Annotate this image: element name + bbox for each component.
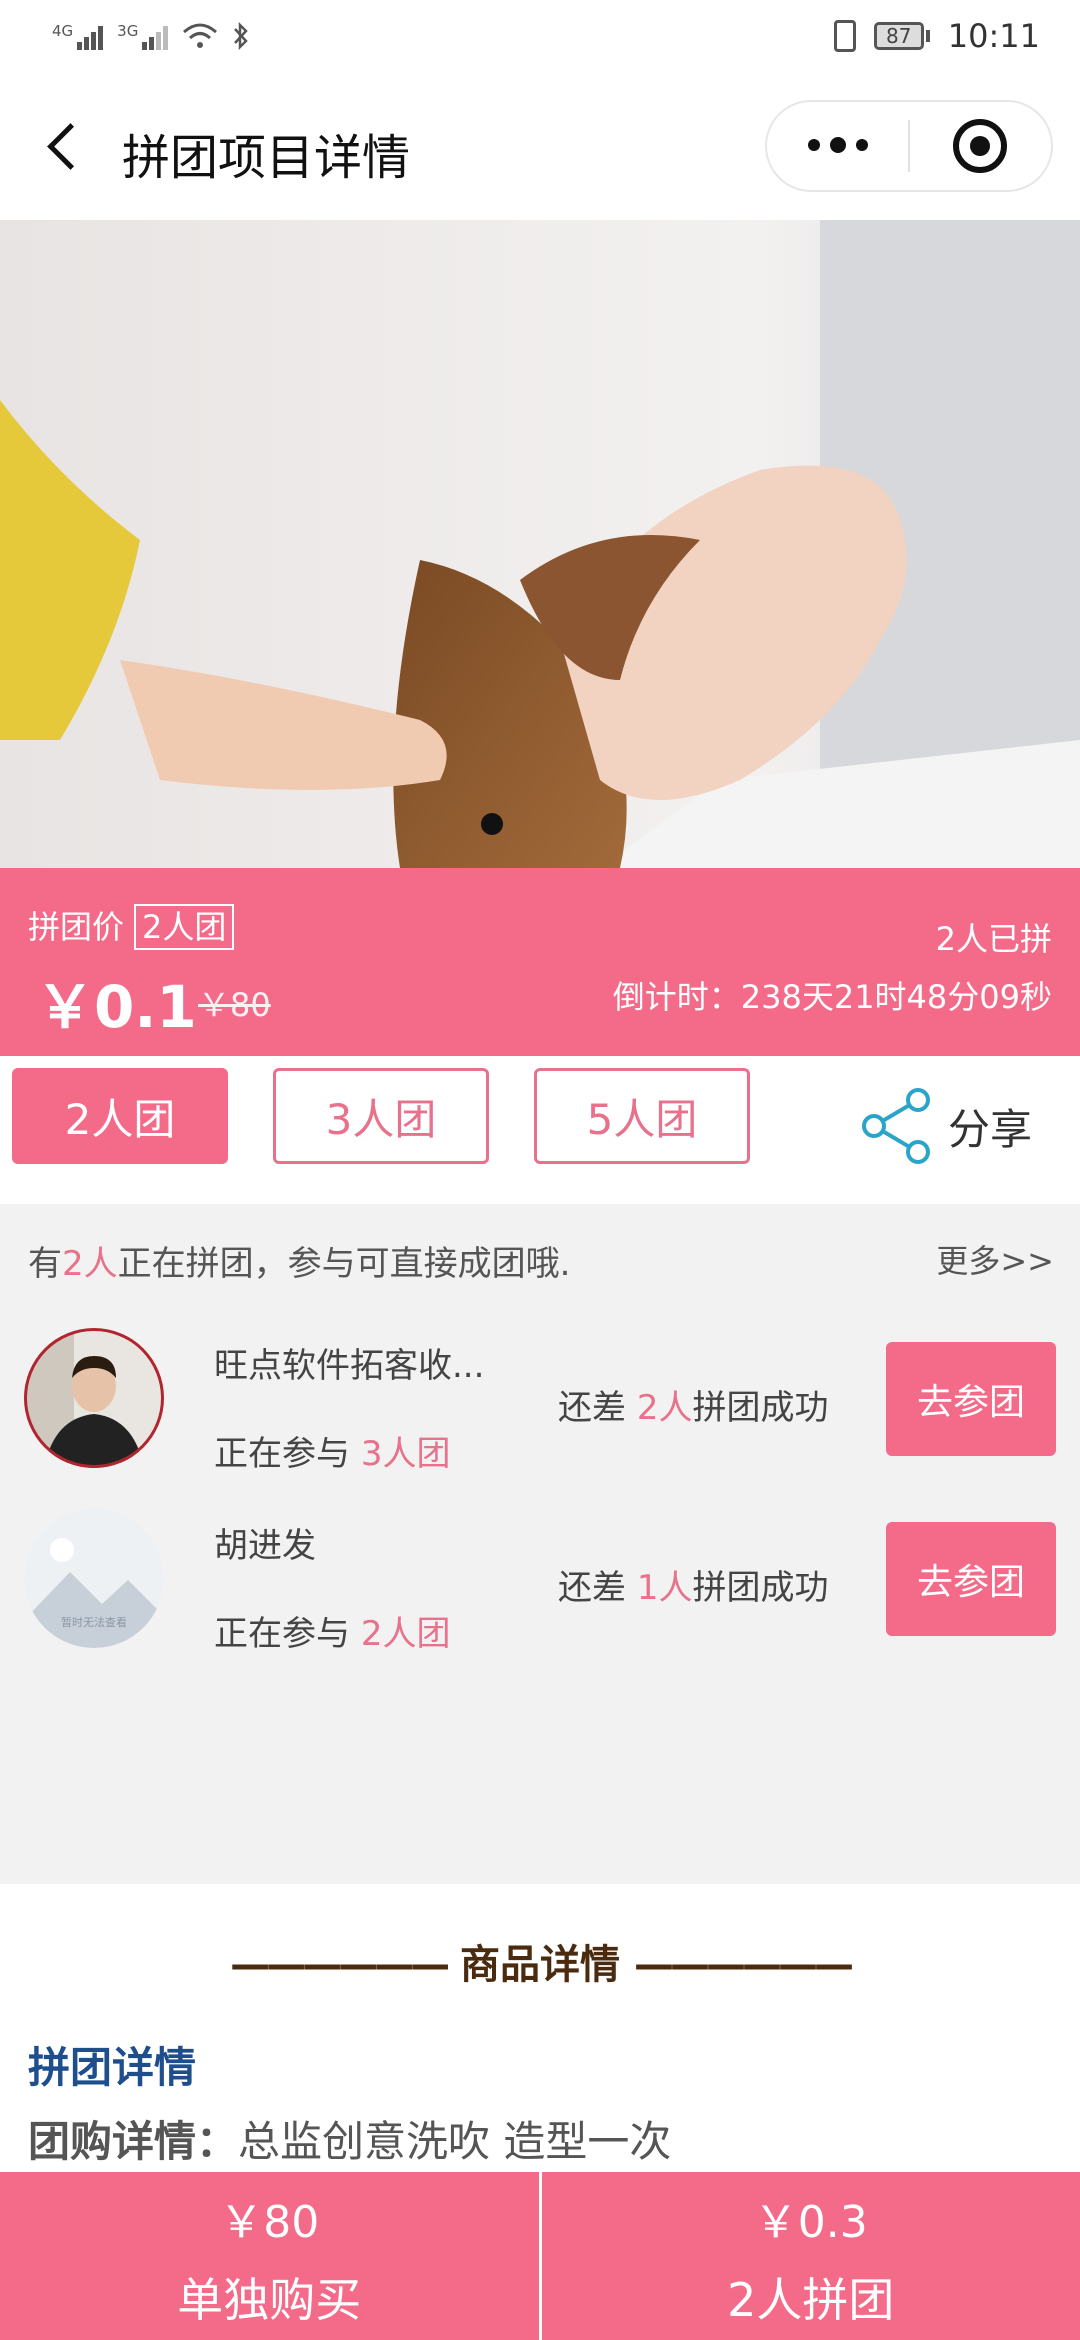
remaining-suffix: 拼团成功 bbox=[692, 1568, 829, 1608]
group-participation: 正在参与 2人团 bbox=[214, 1606, 450, 1655]
groups-summary-suffix: 正在拼团，参与可直接成团哦. bbox=[117, 1244, 571, 1284]
participation-group: 3人团 bbox=[360, 1434, 451, 1474]
share-button[interactable]: 分享 bbox=[858, 1086, 1032, 1166]
more-groups-link[interactable]: 更多>> bbox=[936, 1236, 1054, 1282]
ongoing-groups: 有2人正在拼团，参与可直接成团哦. 更多>> 旺点软件拓客收... 正在参与 3… bbox=[0, 1204, 1080, 1884]
group-participation: 正在参与 3人团 bbox=[214, 1426, 450, 1475]
solo-price: ￥80 bbox=[219, 2197, 320, 2248]
group-buy-label: 2人拼团 bbox=[727, 2273, 895, 2327]
join-group-button[interactable]: 去参团 bbox=[886, 1342, 1056, 1456]
groups-summary-prefix: 有 bbox=[28, 1244, 62, 1284]
clock: 10:11 bbox=[947, 17, 1040, 55]
user-photo-icon bbox=[24, 1328, 164, 1468]
status-left: 4G 3G bbox=[52, 21, 250, 51]
group-size-tag: 2人团 bbox=[134, 904, 235, 950]
group-price: ￥0.1 bbox=[36, 973, 197, 1041]
avatar bbox=[24, 1328, 164, 1468]
group-price-label: 拼团价 2人团 bbox=[28, 902, 235, 950]
share-label: 分享 bbox=[948, 1104, 1033, 1154]
groups-summary-count: 2人 bbox=[62, 1244, 118, 1284]
remaining-suffix: 拼团成功 bbox=[692, 1388, 829, 1428]
network-type-1: 4G bbox=[52, 22, 74, 40]
nav-bar: 拼团项目详情 bbox=[0, 72, 1080, 220]
vibrate-icon bbox=[833, 20, 856, 52]
group-buy-button[interactable]: ￥0.3 2人拼团 bbox=[538, 2172, 1080, 2340]
remaining-prefix: 还差 bbox=[558, 1568, 637, 1608]
avatar-placeholder-text: 暂时无法查看 bbox=[61, 1615, 127, 1629]
group-row: 暂时无法查看 胡进发 正在参与 2人团 还差 1人拼团成功 去参团 bbox=[0, 1508, 1080, 1688]
remaining-prefix: 还差 bbox=[558, 1388, 637, 1428]
heading-dash-left: —————— bbox=[230, 1942, 450, 1988]
countdown-timer: 倒计时：238天21时48分09秒 bbox=[612, 978, 1052, 1016]
group-price-text: 拼团价 bbox=[28, 908, 125, 946]
joined-count: 2人已拼 bbox=[935, 920, 1052, 958]
heading-text: 商品详情 bbox=[460, 1942, 620, 1988]
group-remaining: 还差 1人拼团成功 bbox=[558, 1560, 828, 1609]
status-right: 87 10:11 bbox=[833, 17, 1040, 55]
product-detail-heading: —————— 商品详情 —————— bbox=[0, 1932, 1080, 1990]
participation-group: 2人团 bbox=[360, 1614, 451, 1654]
tab-5-person-group[interactable]: 5人团 bbox=[534, 1068, 750, 1164]
network-type-2: 3G bbox=[117, 22, 139, 40]
close-target-button[interactable] bbox=[910, 119, 1051, 173]
battery-level: 87 bbox=[873, 22, 924, 50]
detail-line-value: 总监创意洗吹 造型一次 bbox=[238, 2117, 672, 2166]
wifi-icon bbox=[183, 23, 218, 48]
signal-icon-2: 3G bbox=[117, 22, 169, 50]
remaining-count: 1人 bbox=[636, 1568, 693, 1608]
participation-prefix: 正在参与 bbox=[214, 1614, 361, 1654]
mini-program-capsule bbox=[765, 100, 1053, 192]
placeholder-image-icon: 暂时无法查看 bbox=[24, 1508, 164, 1648]
target-icon bbox=[953, 119, 1008, 173]
solo-label: 单独购买 bbox=[177, 2273, 362, 2327]
price-bar: 拼团价 2人团 ￥0.1 ￥80 2人已拼 倒计时：238天21时48分09秒 bbox=[0, 868, 1080, 1056]
status-bar: 4G 3G 87 10:11 bbox=[0, 0, 1080, 72]
buy-alone-button[interactable]: ￥80 单独购买 bbox=[0, 2172, 539, 2340]
tab-3-person-group[interactable]: 3人团 bbox=[273, 1068, 489, 1164]
group-row: 旺点软件拓客收... 正在参与 3人团 还差 2人拼团成功 去参团 bbox=[0, 1328, 1080, 1508]
group-detail-subtitle: 拼团详情 bbox=[28, 2043, 197, 2092]
battery-icon: 87 bbox=[873, 22, 930, 50]
purchase-bar: ￥80 单独购买 ￥0.3 2人拼团 bbox=[0, 2172, 1080, 2340]
participation-prefix: 正在参与 bbox=[214, 1434, 361, 1474]
share-icon bbox=[862, 1088, 930, 1164]
group-leader-name: 旺点软件拓客收... bbox=[214, 1346, 485, 1386]
group-size-tabs: 2人团 3人团 5人团 分享 bbox=[0, 1056, 1080, 1204]
group-detail-line: 团购详情：总监创意洗吹 造型一次 bbox=[28, 2108, 671, 2169]
group-remaining: 还差 2人拼团成功 bbox=[558, 1380, 828, 1429]
detail-line-label: 团购详情： bbox=[28, 2117, 239, 2166]
hero-illustration bbox=[0, 220, 1080, 868]
groups-summary: 有2人正在拼团，参与可直接成团哦. bbox=[28, 1236, 570, 1285]
back-arrow-icon[interactable] bbox=[42, 124, 86, 168]
avatar: 暂时无法查看 bbox=[24, 1508, 164, 1648]
bluetooth-icon bbox=[234, 21, 249, 51]
heading-dash-right: —————— bbox=[633, 1942, 854, 1988]
original-price: ￥80 bbox=[198, 986, 271, 1024]
join-group-button[interactable]: 去参团 bbox=[886, 1522, 1056, 1636]
page-title: 拼团项目详情 bbox=[122, 130, 411, 186]
remaining-count: 2人 bbox=[636, 1388, 693, 1428]
hero-image[interactable] bbox=[0, 220, 1080, 868]
group-leader-name: 胡进发 bbox=[214, 1526, 316, 1566]
signal-icon-1: 4G bbox=[52, 22, 104, 50]
product-detail: —————— 商品详情 —————— 拼团详情 团购详情：总监创意洗吹 造型一次 bbox=[0, 1884, 1080, 2184]
group-buy-price: ￥0.3 bbox=[753, 2197, 868, 2248]
more-dots-icon[interactable] bbox=[767, 137, 908, 153]
tab-2-person-group[interactable]: 2人团 bbox=[12, 1068, 228, 1164]
